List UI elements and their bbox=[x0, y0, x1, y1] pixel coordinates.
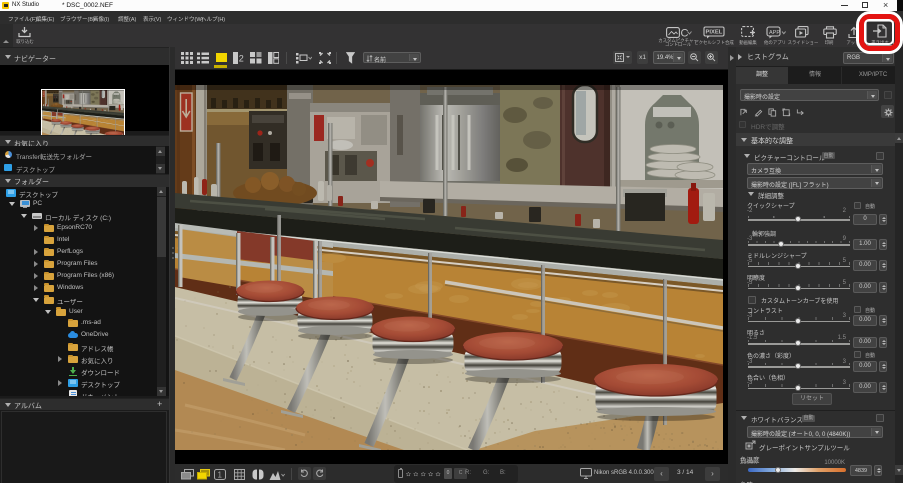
svg-text:PIXEL: PIXEL bbox=[706, 30, 723, 36]
svg-text:2: 2 bbox=[239, 54, 244, 64]
svg-text:APP: APP bbox=[769, 30, 780, 36]
svg-text:1: 1 bbox=[218, 471, 223, 480]
